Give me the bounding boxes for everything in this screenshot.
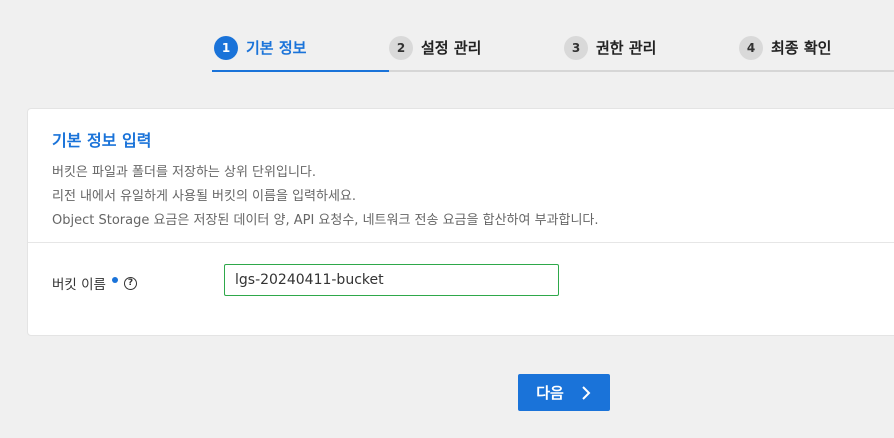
required-dot-icon <box>111 277 118 283</box>
next-button[interactable]: 다음 <box>518 374 610 411</box>
bucket-name-row: 버킷 이름 ? <box>28 243 894 336</box>
description-line: 리전 내에서 유일하게 사용될 버킷의 이름을 입력하세요. <box>52 189 357 204</box>
step-label: 권한 관리 <box>596 39 657 57</box>
bucket-name-label-group: 버킷 이름 ? <box>52 273 137 293</box>
step-settings[interactable]: 2 설정 관리 <box>389 36 481 72</box>
step-number: 3 <box>564 36 588 60</box>
step-label: 기본 정보 <box>246 39 307 57</box>
step-permissions[interactable]: 3 권한 관리 <box>564 36 656 72</box>
chevron-right-icon <box>582 385 591 400</box>
step-basic-info[interactable]: 1 기본 정보 <box>214 36 306 72</box>
step-final-review[interactable]: 4 최종 확인 <box>739 36 831 72</box>
step-number: 2 <box>389 36 413 60</box>
active-step-indicator <box>212 70 389 72</box>
question-circle-icon[interactable]: ? <box>123 276 137 290</box>
description-line: Object Storage 요금은 저장된 데이터 양, API 요청수, 네… <box>52 213 599 228</box>
step-label: 최종 확인 <box>771 39 832 57</box>
basic-info-card: 기본 정보 입력 버킷은 파일과 폴더를 저장하는 상위 단위입니다. 리전 내… <box>27 108 894 336</box>
bucket-name-input[interactable] <box>224 264 559 296</box>
card-title: 기본 정보 입력 <box>52 131 152 150</box>
step-number: 4 <box>739 36 763 60</box>
stepper: 1 기본 정보 2 설정 관리 3 권한 관리 4 최종 확인 <box>212 30 894 72</box>
bucket-name-label: 버킷 이름 <box>52 277 106 293</box>
description-line: 버킷은 파일과 폴더를 저장하는 상위 단위입니다. <box>52 165 316 180</box>
step-label: 설정 관리 <box>421 39 482 57</box>
step-number: 1 <box>214 36 238 60</box>
card-header: 기본 정보 입력 버킷은 파일과 폴더를 저장하는 상위 단위입니다. 리전 내… <box>28 109 894 243</box>
next-button-label: 다음 <box>536 384 564 402</box>
